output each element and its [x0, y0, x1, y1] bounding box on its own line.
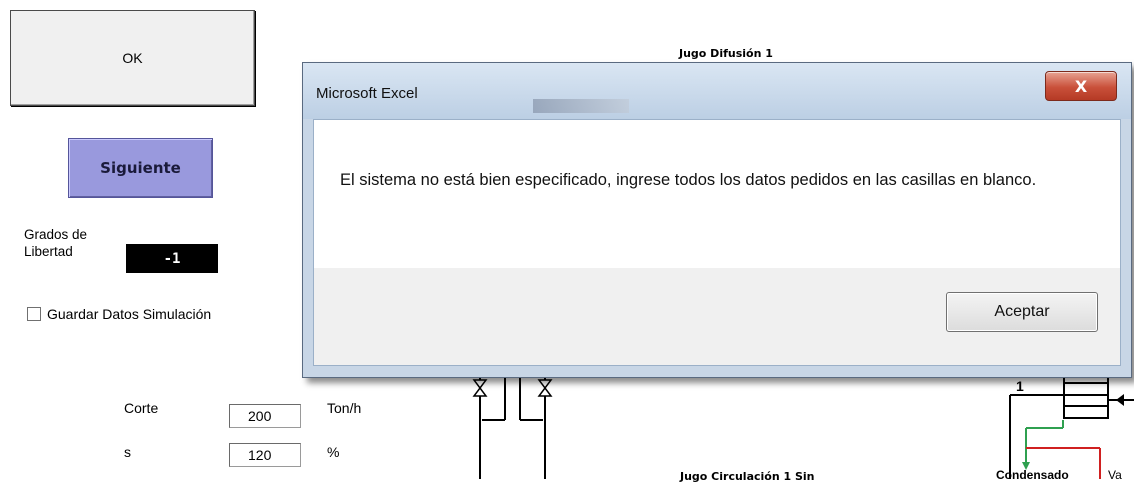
valve-icon: [472, 379, 553, 397]
dialog-title: Microsoft Excel: [316, 85, 418, 102]
dialog-titlebar[interactable]: Microsoft Excel X: [303, 63, 1131, 119]
background-ghost: [533, 99, 629, 113]
dialog-footer: Aceptar: [313, 268, 1121, 366]
dialog-message: El sistema no está bien especificado, in…: [340, 171, 1037, 189]
heat-exchanger-icon: [1063, 371, 1109, 419]
dialog-body: El sistema no está bien especificado, in…: [313, 119, 1121, 269]
accept-button[interactable]: Aceptar: [946, 292, 1098, 332]
close-icon: X: [1074, 76, 1088, 96]
close-button[interactable]: X: [1045, 71, 1117, 101]
message-dialog: Microsoft Excel X El sistema no está bie…: [302, 62, 1132, 378]
